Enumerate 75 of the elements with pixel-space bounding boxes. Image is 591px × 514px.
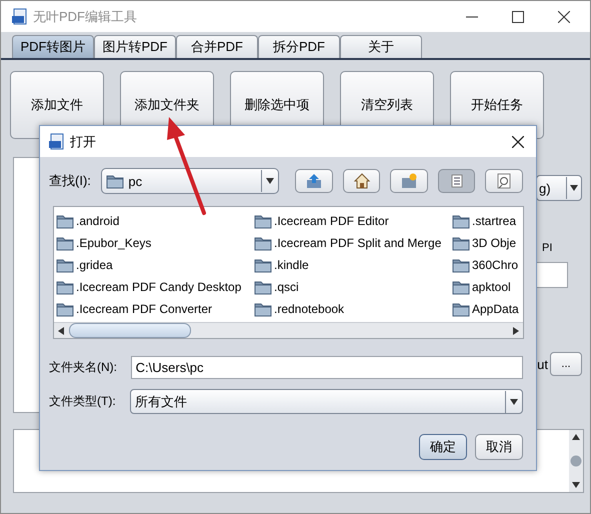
toolbar-button[interactable]	[342, 169, 380, 193]
file-name-label: 文件夹名(N):	[49, 359, 118, 376]
dialog-button[interactable]: 取消	[475, 434, 523, 460]
folder-item[interactable]: .Icecream PDF Editor	[274, 214, 389, 228]
dropdown-arrow-icon	[566, 177, 581, 199]
file-type-value: 所有文件	[134, 392, 188, 410]
folder-icon	[56, 235, 74, 251]
folder-icon	[254, 279, 272, 295]
folder-item[interactable]: 360Chro	[472, 258, 518, 272]
folder-icon	[56, 213, 74, 229]
folder-icon	[452, 235, 470, 251]
tab[interactable]: 拆分PDF	[258, 35, 340, 58]
folder-item[interactable]: .Icecream PDF Candy Desktop	[76, 280, 242, 294]
folder-icon	[254, 301, 272, 317]
folder-icon	[452, 301, 470, 317]
folder-item[interactable]: .rednotebook	[274, 302, 344, 316]
app-icon	[48, 133, 64, 150]
tab[interactable]: PDF转图片	[12, 35, 94, 58]
home-icon	[352, 172, 371, 190]
scroll-thumb[interactable]	[69, 323, 191, 338]
toolbar-button[interactable]	[485, 169, 524, 193]
file-type-label: 文件类型(T):	[49, 393, 117, 410]
folder-item[interactable]: .kindle	[274, 258, 309, 272]
tab[interactable]: 合并PDF	[176, 35, 258, 58]
file-type-select[interactable]: 所有文件	[130, 389, 523, 414]
folder-icon	[452, 213, 470, 229]
folder-item[interactable]: .startrea	[472, 214, 516, 228]
browse-button[interactable]: ...	[550, 352, 582, 376]
folder-item[interactable]: .gridea	[76, 258, 113, 272]
folder-item[interactable]: AppData	[472, 302, 519, 316]
horizontal-scrollbar[interactable]	[54, 322, 523, 338]
folder-icon	[254, 213, 272, 229]
new-folder-icon	[400, 172, 418, 190]
dialog-button[interactable]: 确定	[419, 434, 467, 460]
format-select-value: g)	[538, 180, 552, 196]
folder-item[interactable]: .android	[76, 214, 120, 228]
toolbar-button[interactable]	[295, 169, 333, 193]
output-label: ut	[537, 356, 548, 372]
folder-icon	[56, 301, 74, 317]
window-title: 无叶PDF编辑工具	[33, 8, 138, 26]
scroll-up-icon	[571, 433, 581, 441]
format-select[interactable]: g)	[536, 175, 582, 201]
file-name-field[interactable]: C:\Users\pc	[130, 356, 523, 379]
folder-icon	[56, 279, 74, 295]
folder-icon	[254, 235, 272, 251]
toolbar-button[interactable]	[438, 169, 476, 193]
vertical-scrollbar[interactable]	[569, 430, 583, 492]
folder-icon	[56, 257, 74, 273]
scroll-left-icon	[57, 326, 65, 336]
option-label: PI	[541, 242, 552, 254]
folder-icon	[452, 257, 470, 273]
close-icon	[512, 136, 524, 148]
folder-icon	[452, 279, 470, 295]
toolbar-button[interactable]	[390, 169, 428, 193]
tab[interactable]: 图片转PDF	[94, 35, 176, 58]
folder-icon	[106, 173, 124, 189]
app-icon	[11, 8, 27, 25]
details-view-icon	[495, 172, 514, 190]
scroll-right-icon	[512, 326, 520, 336]
folder-icon	[254, 257, 272, 273]
scroll-down-icon	[571, 481, 581, 489]
folder-item[interactable]: apktool	[472, 280, 511, 294]
folder-item[interactable]: .Icecream PDF Converter	[76, 302, 212, 316]
tab[interactable]: 关于	[340, 35, 422, 58]
folder-item[interactable]: 3D Obje	[472, 236, 516, 250]
folder-item[interactable]: .Epubor_Keys	[76, 236, 152, 250]
folder-item[interactable]: .Icecream PDF Split and Merge	[274, 236, 442, 250]
folder-up-icon	[304, 172, 323, 190]
look-in-value: pc	[128, 174, 144, 188]
input-field[interactable]	[534, 262, 568, 288]
look-in-label: 查找(I):	[49, 172, 92, 190]
close-icon	[558, 10, 570, 22]
look-in-select[interactable]: pc	[101, 168, 280, 194]
maximize-icon	[512, 10, 524, 22]
folder-item[interactable]: .qsci	[274, 280, 299, 294]
